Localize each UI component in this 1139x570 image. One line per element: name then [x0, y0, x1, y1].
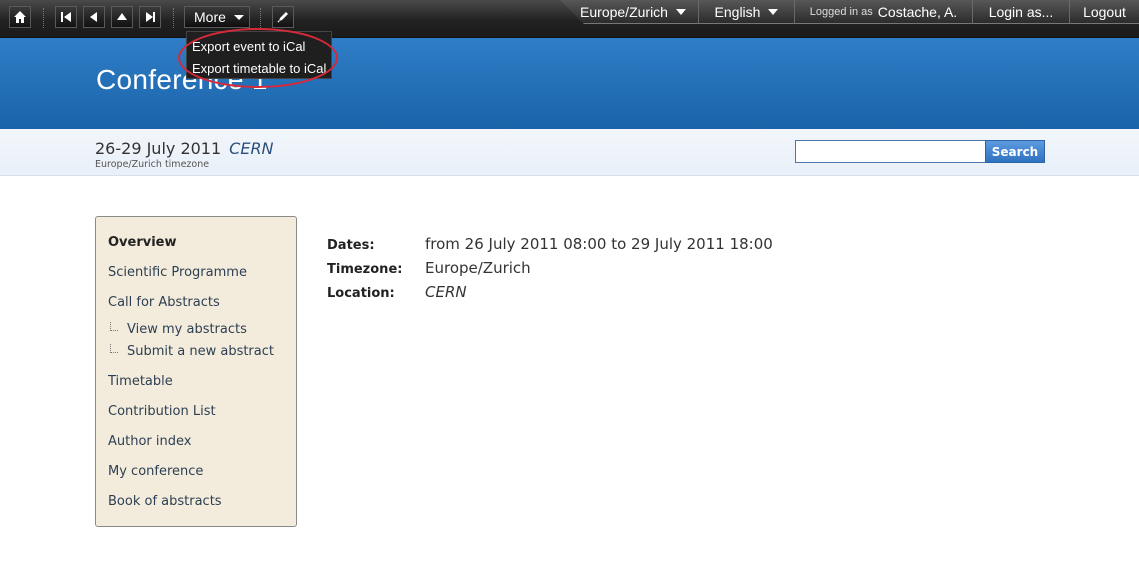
first-icon[interactable] — [55, 6, 77, 28]
menu-item-my-conference[interactable]: My conference — [96, 457, 296, 487]
menu-subitem-label: View my abstracts — [127, 321, 247, 337]
more-button[interactable]: More — [184, 6, 250, 28]
menu-item-overview[interactable]: Overview — [96, 228, 296, 258]
event-dates: 26-29 July 2011 CERN — [95, 139, 274, 158]
menu-item-contribution-list[interactable]: Contribution List — [96, 397, 296, 427]
up-icon[interactable] — [111, 6, 133, 28]
user-info: Logged in as Costache, A. — [794, 0, 972, 24]
chevron-down-icon — [768, 9, 779, 15]
menu-subitem-submit-abstract[interactable]: Submit a new abstract — [96, 340, 296, 362]
menu-item-timetable[interactable]: Timetable — [96, 367, 296, 397]
export-event-ical-item[interactable]: Export event to iCal — [187, 35, 331, 57]
toolbar-separator — [43, 8, 44, 28]
menu-subitem-view-abstracts[interactable]: View my abstracts — [96, 318, 296, 340]
menu-item-author-index[interactable]: Author index — [96, 427, 296, 457]
search-input[interactable] — [795, 140, 987, 163]
details-label: Timezone: — [327, 262, 403, 277]
language-selector[interactable]: English — [698, 0, 794, 24]
menu-subitem-label: Submit a new abstract — [127, 343, 274, 359]
timezone-selector[interactable]: Europe/Zurich — [569, 0, 697, 24]
chevron-down-icon — [233, 14, 244, 20]
menu-item-scientific-programme[interactable]: Scientific Programme — [96, 258, 296, 288]
event-menu: Overview Scientific Programme Call for A… — [95, 216, 297, 527]
user-name: Costache, A. — [877, 4, 958, 20]
timezone-label: Europe/Zurich — [580, 4, 668, 20]
logout-link[interactable]: Logout — [1069, 0, 1139, 24]
conference-banner: Conference 1 — [0, 38, 1139, 129]
details-value: CERN — [425, 283, 467, 301]
login-as-link[interactable]: Login as... — [972, 0, 1069, 24]
top-toolbar: More Europe/Zurich English Logged in as … — [0, 0, 1139, 38]
tree-connector — [110, 343, 118, 353]
menu-item-book-of-abstracts[interactable]: Book of abstracts — [96, 487, 296, 517]
details-label: Location: — [327, 286, 395, 301]
logout-label: Logout — [1083, 4, 1126, 20]
search-button[interactable]: Search — [985, 140, 1045, 163]
chevron-down-icon — [675, 9, 686, 15]
timezone-note: Europe/Zurich timezone — [95, 159, 210, 170]
details-value: Europe/Zurich — [425, 259, 531, 277]
more-dropdown-menu: Export event to iCal Export timetable to… — [186, 31, 332, 79]
event-date-range: 26-29 July 2011 — [95, 139, 222, 158]
tree-connector — [110, 321, 118, 331]
login-as-label: Login as... — [988, 4, 1054, 20]
edit-icon[interactable] — [272, 6, 294, 28]
previous-icon[interactable] — [83, 6, 105, 28]
home-icon[interactable] — [9, 6, 31, 28]
event-subheader: 26-29 July 2011 CERN Europe/Zurich timezo… — [0, 129, 1139, 176]
export-timetable-ical-item[interactable]: Export timetable to iCal — [187, 57, 331, 79]
next-icon[interactable] — [139, 6, 161, 28]
details-value: from 26 July 2011 08:00 to 29 July 2011 … — [425, 235, 773, 253]
language-label: English — [714, 4, 761, 20]
toolbar-separator — [260, 8, 261, 28]
details-label: Dates: — [327, 238, 375, 253]
logged-in-prefix: Logged in as — [809, 6, 873, 18]
menu-item-call-for-abstracts[interactable]: Call for Abstracts — [96, 288, 296, 318]
more-label: More — [194, 9, 226, 25]
event-location: CERN — [229, 139, 274, 158]
toolbar-separator — [173, 8, 174, 28]
